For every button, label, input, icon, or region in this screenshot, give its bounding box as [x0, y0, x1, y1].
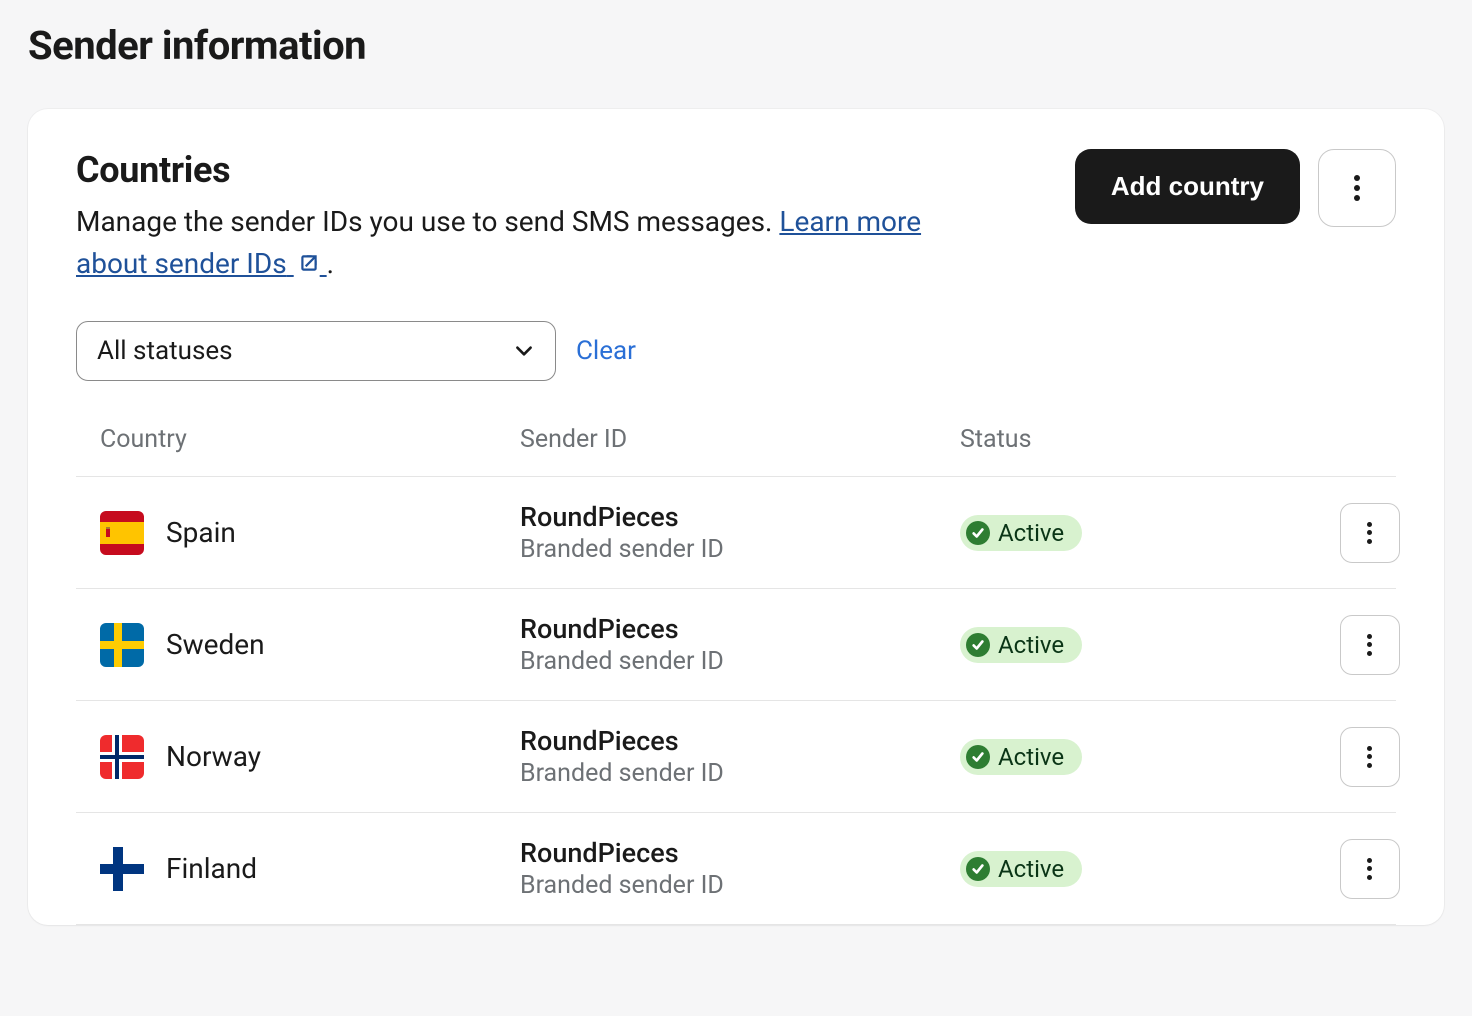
status-text: Active	[998, 855, 1064, 883]
chevron-down-icon	[513, 340, 535, 362]
status-badge: Active	[960, 851, 1082, 887]
status-badge: Active	[960, 515, 1082, 551]
country-name: Spain	[166, 516, 236, 549]
status-text: Active	[998, 519, 1064, 547]
row-more-actions-button[interactable]	[1340, 727, 1400, 787]
sender-type-label: Branded sender ID	[520, 535, 960, 564]
sender-id-label: RoundPieces	[520, 501, 960, 533]
country-name: Norway	[166, 740, 261, 773]
flag-finland-icon	[100, 847, 144, 891]
more-vertical-icon	[1367, 522, 1373, 544]
status-text: Active	[998, 631, 1064, 659]
row-more-actions-button[interactable]	[1340, 839, 1400, 899]
status-cell: Active	[960, 739, 1300, 775]
country-cell: Finland	[100, 847, 520, 891]
status-badge: Active	[960, 627, 1082, 663]
card-more-actions-button[interactable]	[1318, 149, 1396, 227]
row-more-actions-button[interactable]	[1340, 503, 1400, 563]
flag-sweden-icon	[100, 623, 144, 667]
row-more-actions-button[interactable]	[1340, 615, 1400, 675]
countries-card: Countries Manage the sender IDs you use …	[28, 109, 1444, 925]
more-vertical-icon	[1367, 746, 1373, 768]
period: .	[327, 247, 334, 280]
status-text: Active	[998, 743, 1064, 771]
table-row: Sweden RoundPieces Branded sender ID Act…	[76, 589, 1396, 701]
card-description-text: Manage the sender IDs you use to send SM…	[76, 205, 779, 238]
more-vertical-icon	[1354, 175, 1360, 201]
sender-cell: RoundPieces Branded sender ID	[520, 725, 960, 788]
table-header: Country Sender ID Status	[76, 425, 1396, 477]
flag-spain-icon	[100, 511, 144, 555]
add-country-button[interactable]: Add country	[1075, 149, 1300, 224]
card-description: Manage the sender IDs you use to send SM…	[76, 201, 956, 285]
sender-type-label: Branded sender ID	[520, 647, 960, 676]
sender-type-label: Branded sender ID	[520, 871, 960, 900]
col-status: Status	[960, 425, 1300, 454]
sender-id-label: RoundPieces	[520, 725, 960, 757]
status-badge: Active	[960, 739, 1082, 775]
sender-id-label: RoundPieces	[520, 837, 960, 869]
sender-cell: RoundPieces Branded sender ID	[520, 501, 960, 564]
check-circle-icon	[966, 633, 990, 657]
sender-type-label: Branded sender ID	[520, 759, 960, 788]
check-circle-icon	[966, 521, 990, 545]
status-cell: Active	[960, 851, 1300, 887]
more-vertical-icon	[1367, 634, 1373, 656]
sender-cell: RoundPieces Branded sender ID	[520, 837, 960, 900]
country-name: Sweden	[166, 628, 265, 661]
country-cell: Sweden	[100, 623, 520, 667]
status-cell: Active	[960, 515, 1300, 551]
status-filter-select[interactable]: All statuses	[76, 321, 556, 381]
country-cell: Spain	[100, 511, 520, 555]
flag-norway-icon	[100, 735, 144, 779]
check-circle-icon	[966, 745, 990, 769]
table-row: Spain RoundPieces Branded sender ID Acti…	[76, 477, 1396, 589]
countries-table: Country Sender ID Status Spain RoundPiec…	[76, 425, 1396, 925]
country-cell: Norway	[100, 735, 520, 779]
col-country: Country	[100, 425, 520, 454]
check-circle-icon	[966, 857, 990, 881]
status-filter-label: All statuses	[97, 336, 233, 366]
sender-cell: RoundPieces Branded sender ID	[520, 613, 960, 676]
status-cell: Active	[960, 627, 1300, 663]
more-vertical-icon	[1367, 858, 1373, 880]
external-link-icon	[298, 252, 320, 274]
country-name: Finland	[166, 852, 257, 885]
sender-id-label: RoundPieces	[520, 613, 960, 645]
table-row: Norway RoundPieces Branded sender ID Act…	[76, 701, 1396, 813]
col-sender-id: Sender ID	[520, 425, 960, 454]
card-title: Countries	[76, 149, 1051, 191]
table-row: Finland RoundPieces Branded sender ID Ac…	[76, 813, 1396, 925]
clear-filter-link[interactable]: Clear	[576, 336, 636, 366]
page-title: Sender information	[28, 22, 1444, 69]
